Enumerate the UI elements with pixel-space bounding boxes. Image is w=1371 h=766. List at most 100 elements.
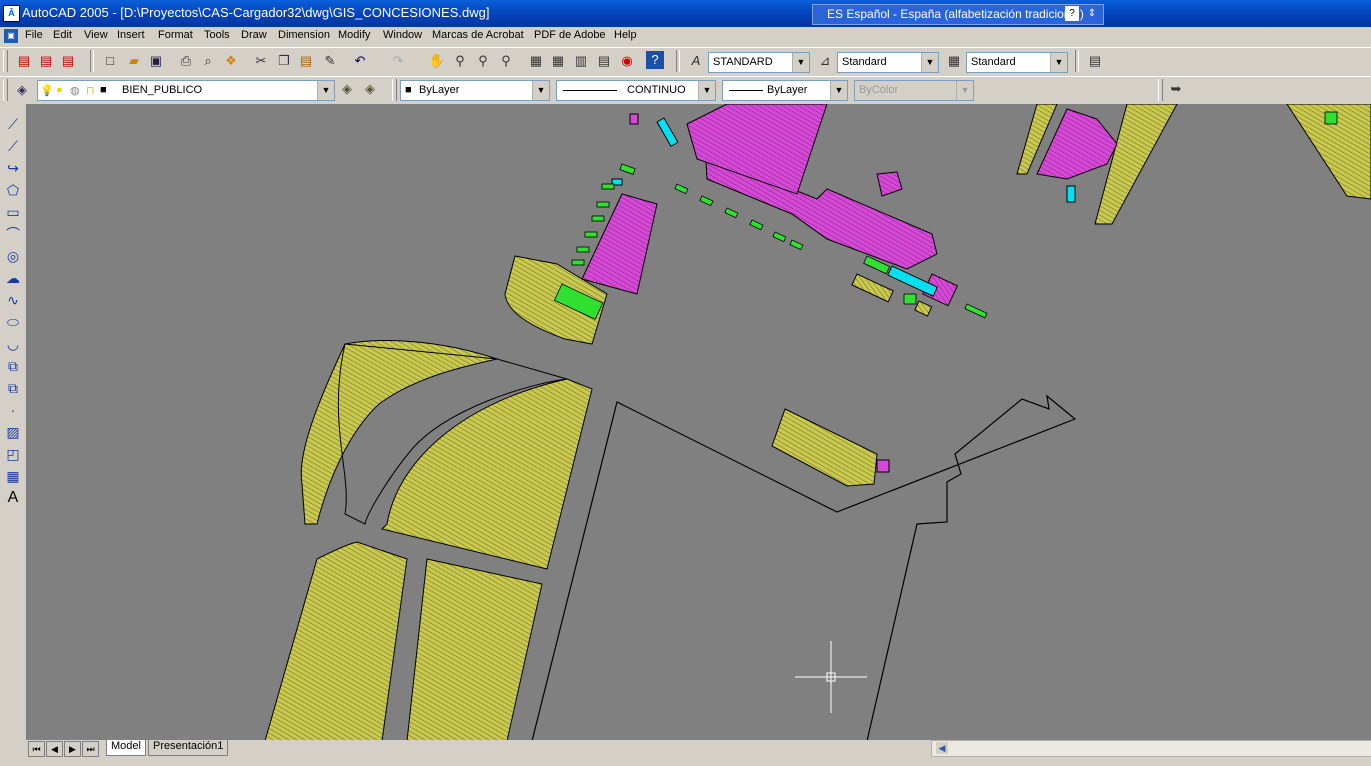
green-dash[interactable] — [591, 215, 605, 222]
publish-icon[interactable]: ❖ — [221, 51, 241, 71]
pan-icon[interactable]: ✋ — [427, 51, 447, 71]
table-style-select[interactable]: Standard ▼ — [966, 52, 1068, 73]
next-tab-icon[interactable]: ▶ — [64, 741, 81, 757]
color-select[interactable]: ■ ByLayer ▼ — [400, 80, 550, 101]
dim-style-select[interactable]: Standard ▼ — [837, 52, 939, 73]
dim-style-icon[interactable]: ⊿ — [815, 51, 835, 71]
building-north-upper[interactable] — [686, 104, 828, 195]
menu-edit[interactable]: Edit — [53, 29, 72, 41]
green-dash[interactable] — [576, 246, 590, 253]
make-block-icon[interactable]: ⧉ — [3, 378, 23, 398]
design-center-icon[interactable]: ▦ — [548, 51, 568, 71]
table-icon[interactable]: ▦ — [3, 466, 23, 486]
chevron-down-icon[interactable]: ▼ — [317, 81, 334, 100]
make-current-layer-icon[interactable]: ◈ — [337, 79, 357, 99]
zoom-window-icon[interactable]: ⚲ — [473, 51, 493, 71]
green-dash[interactable] — [749, 219, 764, 231]
region-icon[interactable]: ◰ — [3, 444, 23, 464]
properties-icon[interactable]: ▦ — [526, 51, 546, 71]
menu-tools[interactable]: Tools — [204, 29, 230, 41]
building-small-ne[interactable] — [876, 171, 903, 197]
last-tab-icon[interactable]: ⏭ — [82, 741, 99, 757]
menu-view[interactable]: View — [84, 29, 108, 41]
green-small-1[interactable] — [903, 293, 917, 305]
help-icon[interactable]: ? — [646, 51, 664, 69]
green-dash[interactable] — [571, 259, 585, 266]
open-icon[interactable]: ▰ — [124, 51, 144, 71]
revision-cloud-icon[interactable]: ☁ — [3, 268, 23, 288]
horizontal-scrollbar[interactable]: ◀ — [931, 740, 1371, 757]
menu-dimension[interactable]: Dimension — [278, 29, 330, 41]
hatch-icon[interactable]: ▨ — [3, 422, 23, 442]
building-tiny[interactable] — [876, 459, 890, 473]
menu-draw[interactable]: Draw — [241, 29, 267, 41]
green-dash[interactable] — [964, 303, 988, 319]
lineweight-select[interactable]: ByLayer ▼ — [722, 80, 848, 101]
first-tab-icon[interactable]: ⏮ — [28, 741, 45, 757]
menu-window[interactable]: Window — [383, 29, 422, 41]
language-options-icon[interactable]: ⇕ — [1085, 6, 1099, 21]
redo-icon[interactable]: ↷ — [388, 51, 408, 71]
language-bar[interactable]: ES Español - España (alfabetización trad… — [812, 4, 1104, 25]
arc-icon[interactable]: ⌒ — [3, 224, 23, 244]
menu-insert[interactable]: Insert — [117, 29, 145, 41]
scroll-left-icon[interactable]: ◀ — [936, 742, 948, 754]
chevron-down-icon[interactable]: ▼ — [1050, 53, 1067, 72]
green-dash[interactable] — [619, 163, 636, 175]
chevron-down-icon[interactable]: ▼ — [792, 53, 809, 72]
markup-icon[interactable]: ◉ — [617, 51, 637, 71]
parcel-east-block[interactable] — [771, 408, 878, 487]
match-properties-icon[interactable]: ✎ — [320, 51, 340, 71]
linetype-select[interactable]: CONTINUO ▼ — [556, 80, 716, 101]
tab-model[interactable]: Model — [106, 740, 146, 756]
previous-tab-icon[interactable]: ◀ — [46, 741, 63, 757]
menu-modify[interactable]: Modify — [338, 29, 370, 41]
language-help-icon[interactable]: ? — [1065, 6, 1079, 21]
copy-icon[interactable]: ❐ — [274, 51, 294, 71]
layer-previous-icon[interactable]: ◈ — [360, 79, 380, 99]
chevron-down-icon[interactable]: ▼ — [921, 53, 938, 72]
pdf-icon[interactable]: ▤ — [14, 51, 34, 71]
parcel-south-mid[interactable] — [406, 558, 543, 741]
layer-manager-icon[interactable]: ◈ — [12, 80, 32, 100]
zoom-realtime-icon[interactable]: ⚲ — [450, 51, 470, 71]
cut-icon[interactable]: ✂ — [251, 51, 271, 71]
construction-line-icon[interactable]: ⟋ — [3, 136, 23, 156]
rectangle-icon[interactable]: ▭ — [3, 202, 23, 222]
print-preview-icon[interactable]: ⌕ — [198, 51, 218, 71]
menu-help[interactable]: Help — [614, 29, 637, 41]
drawing-canvas[interactable] — [27, 104, 1371, 741]
text-style-icon[interactable]: A — [686, 51, 706, 71]
green-dash[interactable] — [772, 231, 787, 243]
menu-file[interactable]: File — [25, 29, 43, 41]
parcel-small-b[interactable] — [914, 300, 933, 317]
toolbar-arrow-icon[interactable]: ➥ — [1166, 79, 1186, 99]
green-small-2[interactable] — [1324, 111, 1338, 125]
insert-block-icon[interactable]: ⧉ — [3, 356, 23, 376]
ellipse-icon[interactable]: ⬭ — [3, 312, 23, 332]
cyan-feature-ne[interactable] — [1066, 185, 1076, 203]
green-dash[interactable] — [584, 231, 598, 238]
edit-properties-icon[interactable]: ▤ — [1085, 51, 1105, 71]
document-icon[interactable]: ▣ — [4, 29, 18, 43]
point-icon[interactable]: · — [3, 400, 23, 420]
green-dash[interactable] — [674, 183, 689, 195]
green-dash[interactable] — [699, 195, 714, 207]
spline-icon[interactable]: ∿ — [3, 290, 23, 310]
green-dash[interactable] — [601, 183, 615, 190]
paste-icon[interactable]: ▤ — [296, 51, 316, 71]
ellipse-arc-icon[interactable]: ◡ — [3, 334, 23, 354]
sheet-set-icon[interactable]: ▤ — [594, 51, 614, 71]
polyline-icon[interactable]: ↪ — [3, 158, 23, 178]
tab-presentacion1[interactable]: Presentación1 — [148, 740, 229, 756]
building-west[interactable] — [581, 193, 658, 295]
pdf-mail-icon[interactable]: ▤ — [36, 51, 56, 71]
parcel-small-a[interactable] — [851, 273, 894, 303]
chevron-down-icon[interactable]: ▼ — [698, 81, 715, 100]
undo-icon[interactable]: ↶ — [350, 51, 370, 71]
green-dash[interactable] — [724, 207, 739, 219]
pdf-review-icon[interactable]: ▤ — [58, 51, 78, 71]
menu-pdf-adobe[interactable]: PDF de Adobe — [534, 29, 606, 41]
green-dash[interactable] — [789, 239, 804, 251]
building-tiny-top[interactable] — [629, 113, 639, 125]
